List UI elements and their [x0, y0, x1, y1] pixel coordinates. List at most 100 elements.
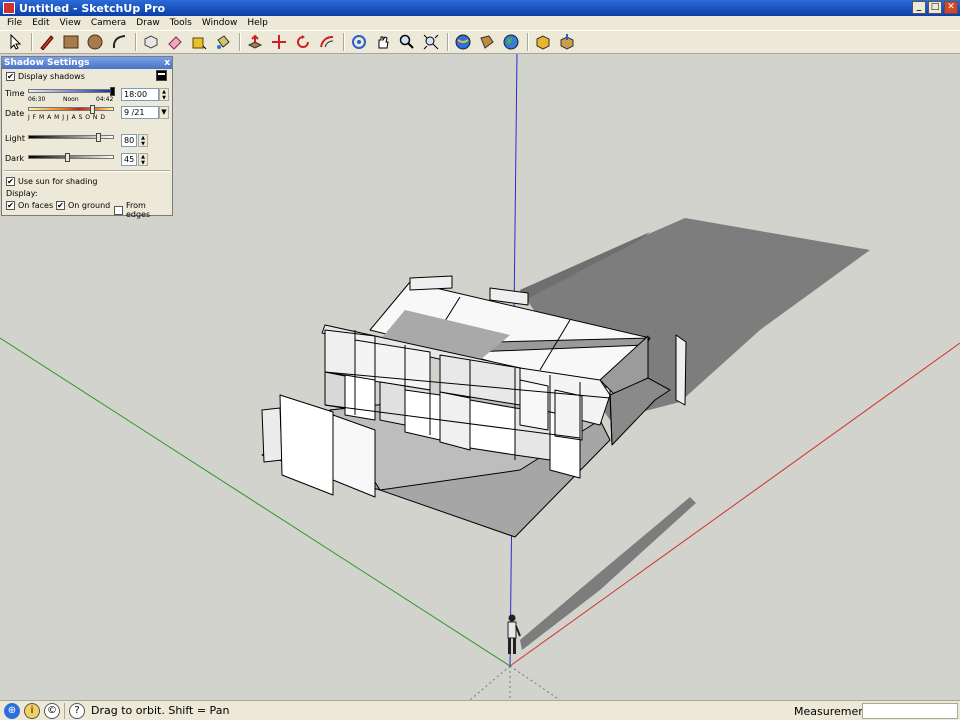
time-spinner[interactable]: ▲ ▼: [159, 88, 169, 101]
scale-figure-person: [507, 614, 521, 654]
date-field[interactable]: 9 /21: [121, 106, 159, 119]
dark-slider-thumb[interactable]: [65, 153, 70, 162]
earth-icon: [503, 34, 519, 50]
eraser-tool[interactable]: [164, 32, 186, 52]
zoom-tool[interactable]: [396, 32, 418, 52]
user-icon[interactable]: ©: [44, 702, 60, 719]
offset-icon: [320, 36, 334, 48]
offset-tool[interactable]: [316, 32, 338, 52]
use-sun-label: Use sun for shading: [18, 177, 98, 186]
from-edges-label: From edges: [125, 201, 151, 219]
date-slider-thumb[interactable]: [90, 105, 95, 114]
menu-camera[interactable]: Camera: [86, 18, 131, 28]
red-axis-negative: [509, 665, 561, 700]
geolocation-icon[interactable]: ⊕: [4, 702, 20, 719]
time-end-label: 04:42: [96, 96, 114, 103]
on-ground-label: On ground: [68, 201, 111, 210]
panel-title: Shadow Settings: [4, 58, 90, 68]
components-get-icon: [536, 35, 550, 50]
menu-tools[interactable]: Tools: [165, 18, 197, 28]
from-edges-checkbox[interactable]: [114, 205, 123, 215]
dark-field[interactable]: 45: [121, 153, 137, 166]
collapse-details-button[interactable]: [156, 70, 167, 81]
circle-icon: [87, 34, 103, 50]
menu-draw[interactable]: Draw: [131, 18, 165, 28]
push-pull-icon: [247, 34, 263, 49]
select-tool[interactable]: [4, 32, 26, 52]
orbit-tool[interactable]: [348, 32, 370, 52]
toolbar-separator: [135, 33, 137, 51]
component-icon: [144, 35, 158, 49]
light-slider-thumb[interactable]: [96, 133, 101, 142]
close-button[interactable]: ✕: [944, 1, 958, 14]
toolbar-separator: [31, 33, 33, 51]
credits-icon[interactable]: i: [24, 702, 40, 719]
minimize-button[interactable]: _: [912, 1, 926, 14]
light-spinner[interactable]: ▲ ▼: [138, 134, 148, 147]
light-slider[interactable]: [28, 135, 114, 139]
push-pull-tool[interactable]: [244, 32, 266, 52]
move-tool[interactable]: [268, 32, 290, 52]
google-earth-tool[interactable]: [500, 32, 522, 52]
menu-file[interactable]: File: [2, 18, 27, 28]
dark-label: Dark: [5, 154, 24, 163]
panel-title-bar[interactable]: Shadow Settings x: [2, 57, 172, 69]
make-component-tool[interactable]: [140, 32, 162, 52]
date-dropdown[interactable]: ▼: [159, 106, 169, 119]
eraser-icon: [168, 36, 182, 50]
display-shadows-label: Display shadows: [18, 72, 85, 81]
time-field[interactable]: 18:00: [121, 88, 159, 101]
maximize-button[interactable]: □: [928, 1, 942, 14]
help-icon[interactable]: ?: [69, 702, 85, 719]
rotate-tool[interactable]: [292, 32, 314, 52]
display-heading: Display:: [6, 189, 38, 198]
time-slider[interactable]: [28, 89, 114, 93]
on-faces-label: On faces: [18, 201, 54, 210]
arc-icon: [112, 35, 126, 49]
magnifier-icon: [399, 34, 414, 49]
menu-view[interactable]: View: [55, 18, 86, 28]
toolbar-separator: [343, 33, 345, 51]
tape-measure-tool[interactable]: [188, 32, 210, 52]
get-components-tool[interactable]: [532, 32, 554, 52]
paint-bucket-tool[interactable]: [212, 32, 234, 52]
pan-tool[interactable]: [372, 32, 394, 52]
arrow-icon: [10, 34, 22, 50]
time-slider-thumb[interactable]: [110, 87, 115, 96]
orbit-icon: [352, 35, 366, 49]
display-shadows-checkbox[interactable]: ✔: [6, 72, 15, 81]
status-divider: [64, 702, 65, 719]
measurements-box[interactable]: [862, 703, 958, 719]
share-component-tool[interactable]: [556, 32, 578, 52]
rotate-icon: [297, 35, 309, 48]
on-faces-checkbox[interactable]: ✔: [6, 201, 15, 210]
panel-close-button[interactable]: x: [164, 57, 170, 69]
date-slider[interactable]: [28, 107, 114, 111]
dark-spinner[interactable]: ▲ ▼: [138, 153, 148, 166]
time-start-label: 06:30: [28, 96, 46, 103]
line-tool[interactable]: [36, 32, 58, 52]
title-bar: Untitled - SketchUp Pro _ □ ✕: [0, 0, 960, 16]
time-noon-label: Noon: [63, 96, 79, 103]
date-label: Date: [5, 109, 25, 118]
panel-divider: [4, 170, 170, 172]
menu-edit[interactable]: Edit: [27, 18, 54, 28]
menu-bar: File Edit View Camera Draw Tools Window …: [0, 16, 960, 30]
dark-slider[interactable]: [28, 155, 114, 159]
light-field[interactable]: 80: [121, 134, 137, 147]
pencil-icon: [40, 35, 54, 50]
use-sun-checkbox[interactable]: ✔: [6, 177, 15, 186]
tape-icon: [192, 37, 207, 50]
share-model-tool[interactable]: [476, 32, 498, 52]
zoom-extents-tool[interactable]: [420, 32, 442, 52]
get-models-tool[interactable]: [452, 32, 474, 52]
on-ground-checkbox[interactable]: ✔: [56, 201, 65, 210]
window-title: Untitled - SketchUp Pro: [19, 1, 166, 15]
circle-tool[interactable]: [84, 32, 106, 52]
menu-window[interactable]: Window: [197, 18, 243, 28]
hand-icon: [378, 36, 389, 49]
menu-help[interactable]: Help: [242, 18, 273, 28]
arc-tool[interactable]: [108, 32, 130, 52]
rectangle-tool[interactable]: [60, 32, 82, 52]
rectangle-icon: [63, 35, 79, 49]
